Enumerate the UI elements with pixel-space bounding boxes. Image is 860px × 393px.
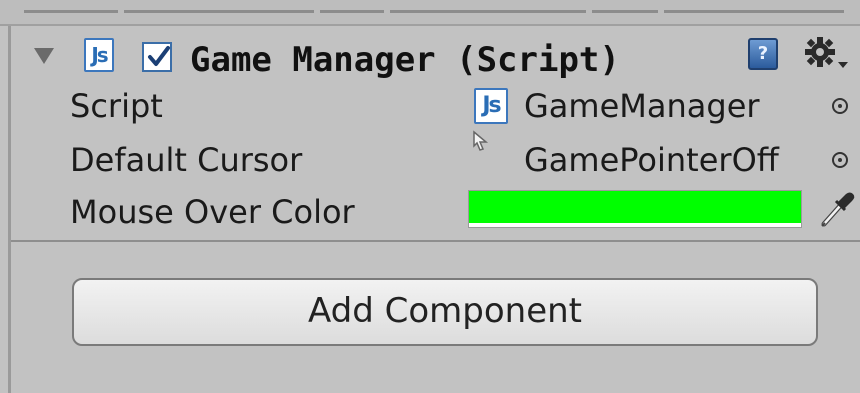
mouse-over-color-label: Mouse Over Color: [70, 193, 355, 231]
default-cursor-field-value[interactable]: GamePointerOff: [524, 140, 830, 180]
previous-component-strip: [0, 0, 860, 26]
script-field-value[interactable]: GameManager: [524, 86, 760, 126]
strip-segment: [320, 0, 384, 13]
strip-divider: [0, 24, 860, 26]
default-cursor-label: Default Cursor: [70, 141, 303, 179]
strip-segment: [124, 0, 314, 13]
script-label: Script: [70, 87, 163, 125]
help-book-icon[interactable]: ?: [748, 38, 778, 70]
add-component-button[interactable]: Add Component: [72, 278, 818, 346]
cursor-texture-icon: [473, 130, 489, 151]
eyedropper-icon[interactable]: [816, 188, 856, 230]
component-title: Game Manager (Script): [190, 40, 620, 80]
strip-segment: [664, 0, 844, 13]
section-divider: [11, 240, 860, 242]
js-script-icon: Js: [84, 38, 114, 72]
object-picker-icon[interactable]: [832, 98, 848, 114]
strip-segment: [24, 0, 118, 13]
inspector-left-border: [8, 0, 11, 393]
js-script-icon: Js: [474, 88, 508, 124]
gear-icon[interactable]: [804, 36, 850, 76]
strip-segment: [592, 0, 658, 13]
strip-segment: [390, 0, 586, 13]
object-picker-icon[interactable]: [832, 152, 848, 168]
mouse-over-color-field[interactable]: [468, 190, 802, 228]
component-enabled-checkbox[interactable]: [142, 42, 172, 72]
checkmark-icon: [148, 46, 170, 66]
color-swatch: [469, 191, 801, 223]
foldout-arrow-icon[interactable]: [34, 48, 54, 64]
